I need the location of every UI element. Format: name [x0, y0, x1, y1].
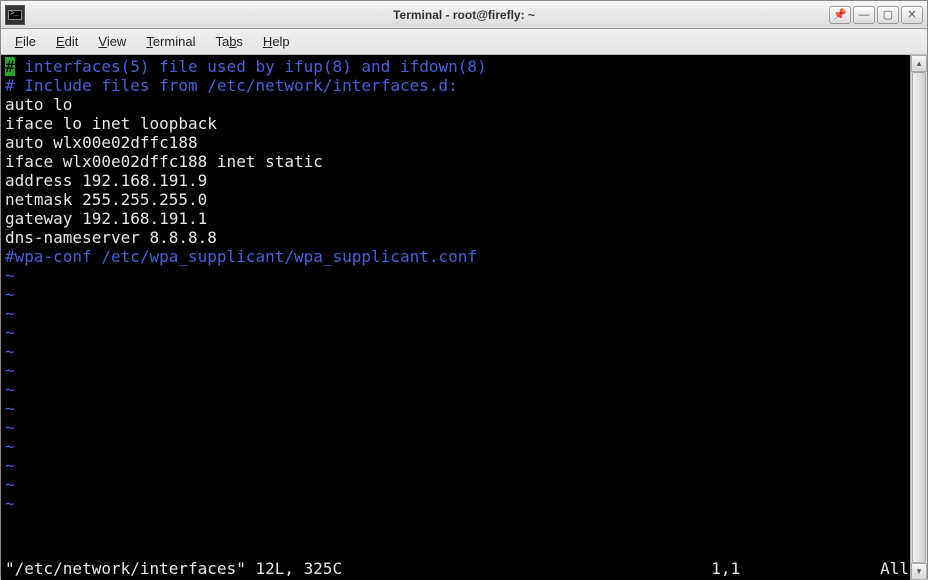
maximize-icon: ▢	[883, 8, 893, 21]
scroll-thumb[interactable]	[912, 72, 926, 563]
editor-line: #wpa-conf /etc/wpa_supplicant/wpa_suppli…	[5, 247, 923, 266]
minimize-button[interactable]: —	[853, 6, 875, 24]
editor-line: gateway 192.168.191.1	[5, 209, 923, 228]
empty-line-tilde: ~	[5, 361, 923, 380]
empty-line-tilde: ~	[5, 399, 923, 418]
empty-line-tilde: ~	[5, 304, 923, 323]
empty-line-tilde: ~	[5, 285, 923, 304]
editor-line: netmask 255.255.255.0	[5, 190, 923, 209]
close-button[interactable]: ✕	[901, 6, 923, 24]
window-title: Terminal - root@firefly: ~	[393, 8, 535, 22]
terminal-area[interactable]: # interfaces(5) file used by ifup(8) and…	[1, 55, 927, 580]
editor-content[interactable]: # interfaces(5) file used by ifup(8) and…	[1, 55, 927, 580]
editor-line: iface lo inet loopback	[5, 114, 923, 133]
editor-line: # interfaces(5) file used by ifup(8) and…	[5, 57, 923, 76]
scroll-down-icon: ▾	[917, 566, 922, 577]
scroll-track[interactable]	[911, 72, 927, 563]
empty-line-tilde: ~	[5, 342, 923, 361]
menu-edit[interactable]: Edit	[48, 32, 86, 51]
editor-line: iface wlx00e02dffc188 inet static	[5, 152, 923, 171]
menu-view[interactable]: View	[90, 32, 134, 51]
close-icon: ✕	[907, 8, 916, 21]
maximize-button[interactable]: ▢	[877, 6, 899, 24]
empty-line-tilde: ~	[5, 456, 923, 475]
pin-icon: 📌	[833, 8, 847, 21]
editor-line: address 192.168.191.9	[5, 171, 923, 190]
empty-line-tilde: ~	[5, 437, 923, 456]
menu-terminal[interactable]: Terminal	[138, 32, 203, 51]
vim-status-line: "/etc/network/interfaces" 12L, 325C 1,1 …	[5, 559, 909, 578]
menu-help[interactable]: Help	[255, 32, 298, 51]
app-icon	[5, 5, 25, 25]
empty-line-tilde: ~	[5, 475, 923, 494]
editor-line: auto lo	[5, 95, 923, 114]
editor-line: dns-nameserver 8.8.8.8	[5, 228, 923, 247]
menubar: File Edit View Terminal Tabs Help	[1, 29, 927, 55]
empty-line-tilde: ~	[5, 494, 923, 513]
window-titlebar: Terminal - root@firefly: ~ 📌 — ▢ ✕	[1, 1, 927, 29]
status-file: "/etc/network/interfaces" 12L, 325C	[5, 559, 342, 578]
status-percent: All	[880, 559, 909, 578]
window-controls: 📌 — ▢ ✕	[829, 6, 923, 24]
cursor: #	[5, 57, 15, 76]
vertical-scrollbar[interactable]: ▴ ▾	[910, 55, 927, 580]
empty-line-tilde: ~	[5, 323, 923, 342]
empty-line-tilde: ~	[5, 418, 923, 437]
scroll-up-icon: ▴	[917, 58, 922, 69]
editor-line: auto wlx00e02dffc188	[5, 133, 923, 152]
menu-tabs[interactable]: Tabs	[207, 32, 250, 51]
pin-button[interactable]: 📌	[829, 6, 851, 24]
minimize-icon: —	[859, 9, 870, 21]
editor-line: # Include files from /etc/network/interf…	[5, 76, 923, 95]
empty-line-tilde: ~	[5, 380, 923, 399]
scroll-down-button[interactable]: ▾	[911, 563, 927, 580]
menu-file[interactable]: File	[7, 32, 44, 51]
status-position: 1,1	[711, 559, 740, 578]
scroll-up-button[interactable]: ▴	[911, 55, 927, 72]
empty-line-tilde: ~	[5, 266, 923, 285]
